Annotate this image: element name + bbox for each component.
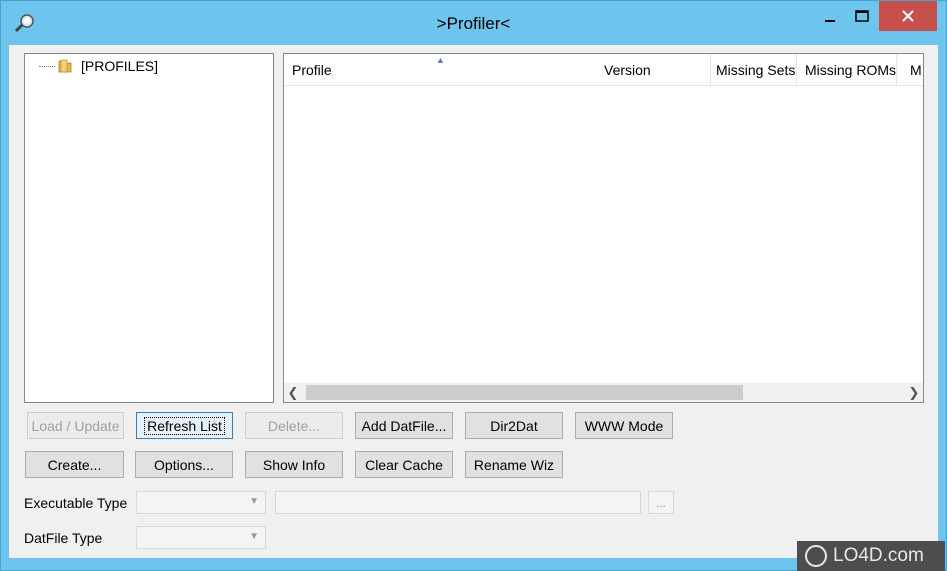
www-mode-button[interactable]: WWW Mode bbox=[575, 412, 673, 439]
options-button[interactable]: Options... bbox=[135, 451, 233, 478]
column-separator[interactable] bbox=[896, 54, 897, 86]
column-header-truncated[interactable]: M bbox=[910, 62, 922, 78]
close-icon bbox=[902, 10, 914, 22]
minimize-button[interactable] bbox=[813, 1, 847, 31]
title-bar[interactable]: >Profiler< bbox=[1, 1, 946, 45]
column-separator[interactable] bbox=[710, 54, 711, 86]
tree-item-profiles[interactable]: [PROFILES] bbox=[39, 56, 158, 76]
column-header-profile[interactable]: Profile bbox=[292, 62, 332, 78]
refresh-list-button[interactable]: Refresh List bbox=[136, 412, 233, 439]
minimize-icon bbox=[825, 20, 835, 22]
create-button[interactable]: Create... bbox=[25, 451, 124, 478]
close-button[interactable] bbox=[879, 1, 937, 31]
tree-connector-line bbox=[39, 65, 55, 67]
clear-cache-button[interactable]: Clear Cache bbox=[355, 451, 453, 478]
globe-icon bbox=[805, 545, 827, 567]
scroll-left-icon[interactable]: ❮ bbox=[284, 383, 302, 402]
column-separator[interactable] bbox=[796, 54, 797, 86]
watermark-text: LO4D.com bbox=[833, 545, 924, 566]
tree-item-label: [PROFILES] bbox=[81, 58, 159, 74]
add-datfile-button[interactable]: Add DatFile... bbox=[355, 412, 453, 439]
folder-icon bbox=[58, 59, 72, 73]
profiler-window: >Profiler< [PROFILES] ▲ Profile Version … bbox=[0, 0, 947, 571]
list-header: ▲ Profile Version Missing Sets Missing R… bbox=[284, 54, 923, 86]
window-title: >Profiler< bbox=[436, 14, 511, 33]
chevron-down-icon: ▼ bbox=[249, 496, 259, 507]
column-header-missing-sets[interactable]: Missing Sets bbox=[716, 62, 795, 78]
watermark-logo: LO4D.com bbox=[797, 541, 945, 571]
scrollbar-thumb[interactable] bbox=[306, 385, 743, 400]
profile-list[interactable]: ▲ Profile Version Missing Sets Missing R… bbox=[283, 53, 924, 403]
sort-ascending-icon: ▲ bbox=[436, 55, 445, 65]
executable-path-field[interactable] bbox=[275, 491, 641, 514]
load-update-button[interactable]: Load / Update bbox=[27, 412, 124, 439]
profiles-tree[interactable]: [PROFILES] bbox=[24, 53, 274, 403]
refresh-list-label: Refresh List bbox=[144, 416, 225, 435]
executable-type-select[interactable]: ▼ bbox=[136, 491, 266, 514]
datfile-type-select[interactable]: ▼ bbox=[136, 526, 266, 549]
rename-wiz-button[interactable]: Rename Wiz bbox=[465, 451, 563, 478]
show-info-button[interactable]: Show Info bbox=[245, 451, 343, 478]
executable-type-label: Executable Type bbox=[24, 495, 128, 511]
column-header-missing-roms[interactable]: Missing ROMs bbox=[805, 62, 896, 78]
browse-button[interactable]: ... bbox=[648, 491, 674, 514]
delete-button[interactable]: Delete... bbox=[245, 412, 343, 439]
maximize-button[interactable] bbox=[847, 1, 877, 31]
maximize-icon bbox=[855, 10, 869, 22]
dir2dat-button[interactable]: Dir2Dat bbox=[465, 412, 563, 439]
client-area: [PROFILES] ▲ Profile Version Missing Set… bbox=[9, 45, 938, 558]
scroll-right-icon[interactable]: ❯ bbox=[905, 383, 923, 402]
horizontal-scrollbar[interactable]: ❮ ❯ bbox=[284, 383, 923, 402]
column-header-version[interactable]: Version bbox=[604, 62, 651, 78]
chevron-down-icon: ▼ bbox=[249, 531, 259, 542]
datfile-type-label: DatFile Type bbox=[24, 530, 103, 546]
